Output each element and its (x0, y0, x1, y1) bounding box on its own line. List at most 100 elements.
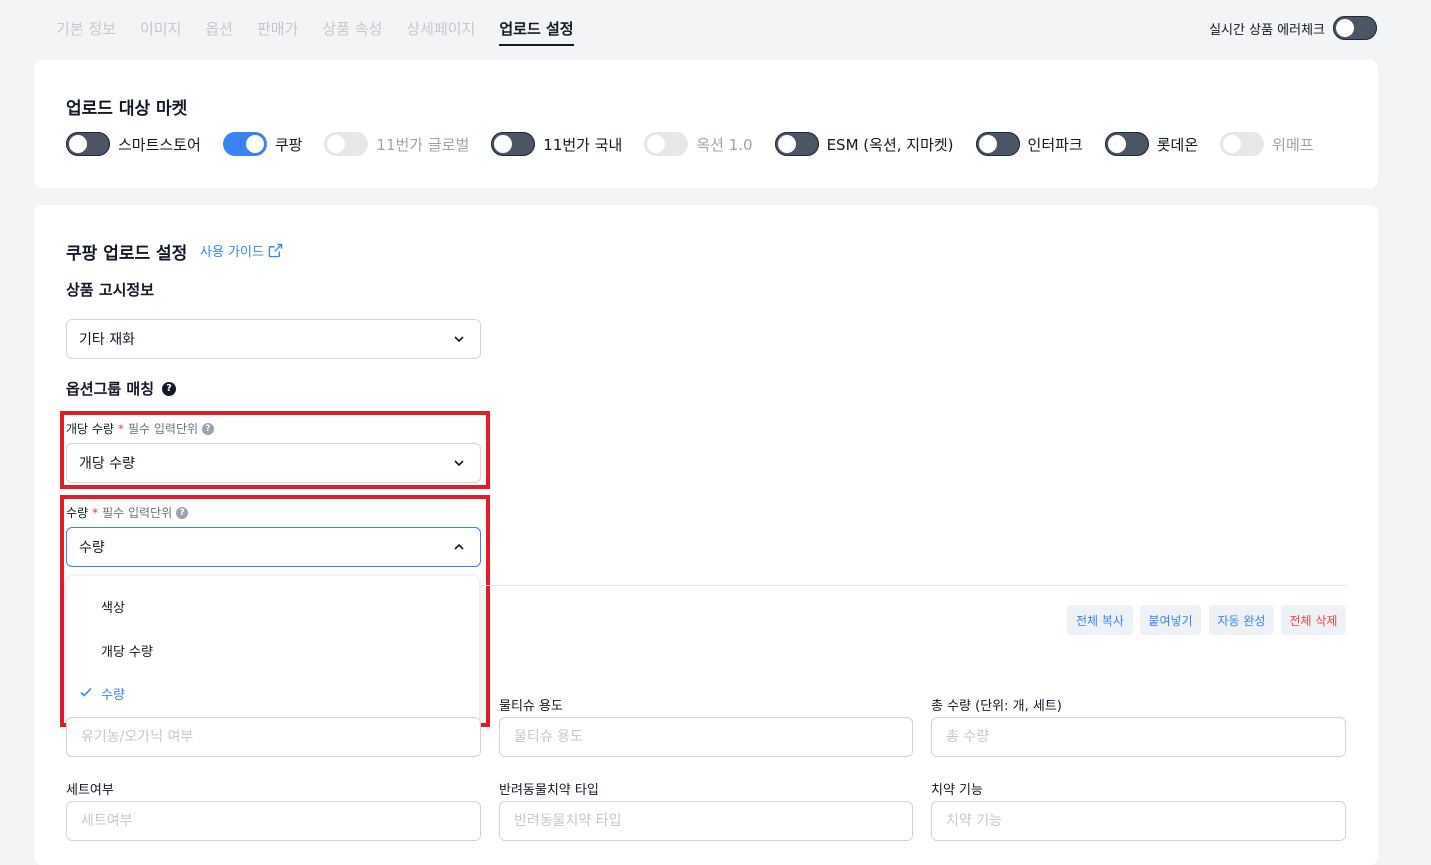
market-interpark: 인터파크 (975, 132, 1083, 156)
market-lotteon: 롯데온 (1104, 132, 1199, 156)
market-label: 옥션 1.0 (696, 135, 753, 154)
chevron-up-icon (454, 543, 464, 550)
qty-value: 수량 (79, 540, 105, 556)
toothpaste-function-label: 치약 기능 (931, 783, 983, 798)
toggle-knob (1336, 19, 1354, 37)
tab-product-attributes[interactable]: 상품 속성 (322, 18, 382, 46)
market-label: 쿠팡 (274, 135, 303, 154)
market-label: 롯데온 (1156, 135, 1199, 154)
dropdown-option-color[interactable]: 색상 (67, 597, 479, 616)
help-icon[interactable]: ? (202, 422, 215, 435)
market-esm: ESM (옥션, 지마켓) (774, 132, 954, 156)
required-mark: * (117, 421, 124, 436)
option-group-title-text: 옵션그룹 매칭 (66, 380, 155, 398)
market-auction-1: 옥션 1.0 (644, 132, 753, 156)
market-label: 위메프 (1272, 135, 1314, 154)
market-toggle-esm[interactable] (774, 132, 819, 156)
autocomplete-button[interactable]: 자동 완성 (1209, 605, 1274, 635)
market-toggle-coupang[interactable] (222, 132, 267, 156)
market-wemakeprice: 위메프 (1220, 132, 1314, 156)
notice-info-value: 기타 재화 (79, 332, 135, 348)
qty-select[interactable]: 수량 (66, 527, 481, 567)
dropdown-option-unit-qty[interactable]: 개당 수량 (67, 641, 479, 660)
notice-info-title: 상품 고시정보 (66, 281, 155, 299)
market-label: ESM (옥션, 지마켓) (826, 135, 954, 154)
market-list: 스마트스토어 쿠팡 11번가 글로벌 11번가 국내 옥션 1.0 ESM (옥… (66, 132, 1336, 156)
market-section-title: 업로드 대상 마켓 (66, 99, 188, 119)
qty-label-text: 수량 (66, 506, 89, 520)
error-check: 실시간 상품 에러체크 (1209, 16, 1377, 40)
usage-guide-label: 사용 가이드 (200, 245, 264, 260)
market-toggle-11st-global[interactable] (324, 132, 369, 156)
toggle-knob (327, 135, 346, 153)
total-qty-input[interactable] (931, 717, 1346, 757)
market-toggle-11st-domestic[interactable] (491, 132, 536, 156)
tab-option[interactable]: 옵션 (205, 18, 233, 46)
unit-qty-label-text: 개당 수량 (66, 422, 114, 436)
wet-tissue-label: 물티슈 용도 (499, 699, 563, 714)
option-label: 수량 (101, 688, 125, 703)
required-hint: 필수 입력단위 (102, 506, 173, 520)
market-toggle-auction-1[interactable] (644, 132, 689, 156)
toggle-knob (69, 135, 87, 153)
market-label: 스마트스토어 (118, 135, 201, 154)
tab-detail-page[interactable]: 상세페이지 (406, 18, 475, 46)
toggle-knob (494, 135, 513, 153)
paste-button[interactable]: 붙여넣기 (1140, 605, 1201, 635)
market-toggle-wemakeprice[interactable] (1220, 132, 1265, 156)
tab-basic-info[interactable]: 기본 정보 (56, 18, 116, 46)
notice-info-select[interactable]: 기타 재화 (66, 319, 481, 359)
tab-upload-settings[interactable]: 업로드 설정 (499, 18, 574, 46)
toggle-knob (245, 135, 264, 153)
option-label: 색상 (101, 601, 125, 616)
organic-input[interactable] (66, 717, 481, 757)
unit-qty-select[interactable]: 개당 수량 (66, 443, 481, 483)
tab-price[interactable]: 판매가 (257, 18, 298, 46)
coupang-settings-card: 쿠팡 업로드 설정 사용 가이드 상품 고시정보 기타 재화 옵션그룹 매칭 ?… (34, 205, 1378, 865)
unit-qty-value: 개당 수량 (79, 456, 135, 472)
market-toggle-interpark[interactable] (975, 132, 1020, 156)
toggle-knob (978, 135, 997, 153)
toggle-knob (1107, 135, 1126, 153)
market-smartstore: 스마트스토어 (66, 132, 201, 156)
total-qty-label: 총 수량 (단위: 개, 세트) (931, 699, 1062, 714)
market-toggle-smartstore[interactable] (66, 132, 110, 156)
chevron-down-icon (454, 336, 464, 343)
required-hint: 필수 입력단위 (127, 422, 199, 436)
error-check-toggle[interactable] (1333, 16, 1377, 40)
toggle-knob (647, 135, 666, 153)
help-icon[interactable]: ? (176, 506, 189, 519)
section-tabs: 기본 정보 이미지 옵션 판매가 상품 속성 상세페이지 업로드 설정 (56, 18, 598, 46)
market-label: 인터파크 (1027, 135, 1083, 154)
check-icon (80, 687, 92, 697)
set-label: 세트여부 (66, 783, 114, 798)
external-link-icon (268, 243, 283, 258)
unit-qty-label: 개당 수량 * 필수 입력단위 ? (66, 420, 215, 437)
top-bar: 기본 정보 이미지 옵션 판매가 상품 속성 상세페이지 업로드 설정 실시간 … (0, 0, 1431, 58)
qty-dropdown-menu: 색상 개당 수량 수량 (66, 575, 480, 725)
market-toggle-lotteon[interactable] (1104, 132, 1149, 156)
toggle-knob (1223, 135, 1242, 153)
market-11st-domestic: 11번가 국내 (491, 132, 622, 156)
section-divider (481, 585, 1347, 586)
delete-all-button[interactable]: 전체 삭제 (1281, 605, 1346, 635)
toothpaste-function-input[interactable] (931, 801, 1346, 841)
market-11st-global: 11번가 글로벌 (324, 132, 469, 156)
tab-image[interactable]: 이미지 (140, 18, 181, 46)
option-group-title: 옵션그룹 매칭 ? (66, 378, 177, 399)
toggle-knob (777, 135, 796, 153)
error-check-label: 실시간 상품 에러체크 (1209, 22, 1325, 38)
market-coupang: 쿠팡 (222, 132, 303, 156)
pet-toothpaste-input[interactable] (499, 801, 913, 841)
coupang-settings-title: 쿠팡 업로드 설정 (66, 244, 188, 264)
wet-tissue-input[interactable] (499, 717, 913, 757)
help-icon[interactable]: ? (162, 381, 177, 396)
required-mark: * (92, 505, 99, 520)
qty-label: 수량 * 필수 입력단위 ? (66, 504, 189, 521)
market-label: 11번가 글로벌 (376, 135, 470, 154)
usage-guide-link[interactable]: 사용 가이드 (200, 241, 283, 260)
market-label: 11번가 국내 (543, 135, 623, 154)
copy-all-button[interactable]: 전체 복사 (1067, 605, 1133, 635)
dropdown-option-qty[interactable]: 수량 (67, 684, 479, 703)
set-input[interactable] (66, 801, 481, 841)
